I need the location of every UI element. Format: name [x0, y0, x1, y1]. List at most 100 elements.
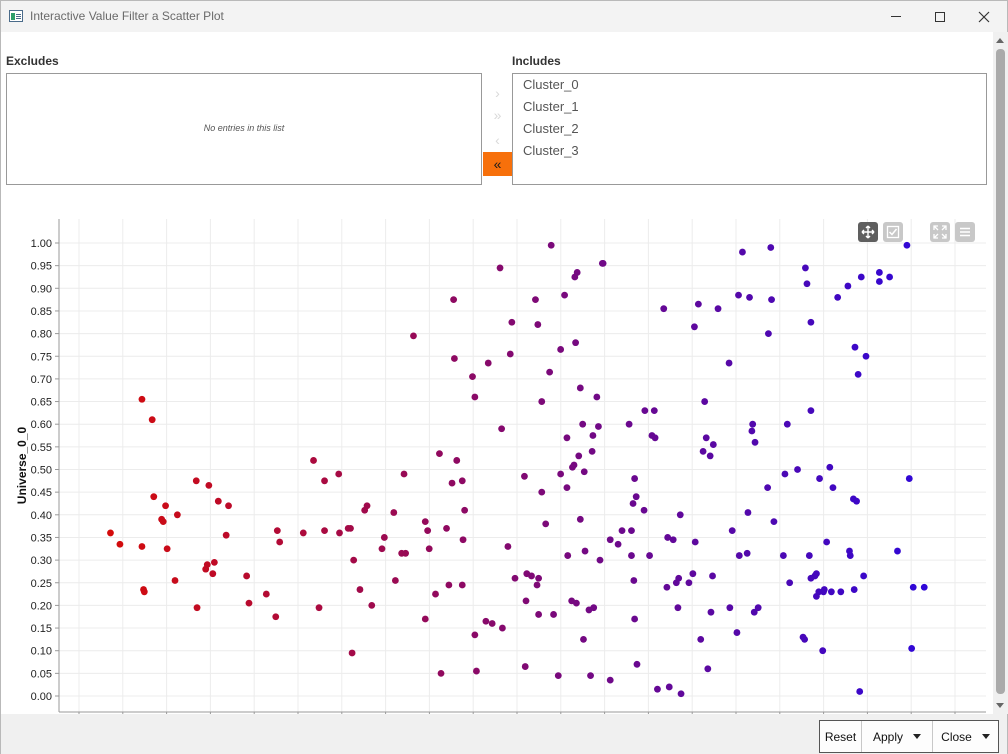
- scatter-plot[interactable]: 0.00 0.05 0.10 0.15 0.20 0.25 0.30 0.35 0.40 0.45…: [1, 196, 993, 714]
- pan-button[interactable]: [858, 222, 878, 242]
- move-left-button[interactable]: ‹: [483, 128, 512, 152]
- data-point: [321, 477, 328, 485]
- data-point: [561, 291, 568, 299]
- move-right-button[interactable]: ›: [483, 81, 512, 105]
- scrollbar-thumb[interactable]: [996, 49, 1005, 694]
- data-point: [733, 629, 741, 636]
- data-point: [728, 527, 736, 535]
- data-point: [390, 509, 398, 516]
- y-tick-label: 1.00: [31, 238, 52, 250]
- data-point: [546, 368, 554, 376]
- data-point: [707, 608, 715, 616]
- y-tick-label: 0.80: [31, 329, 52, 341]
- data-point: [225, 502, 232, 510]
- window-title: Interactive Value Filter a Scatter Plot: [30, 9, 224, 23]
- scroll-up-icon[interactable]: [996, 38, 1004, 43]
- list-item[interactable]: Cluster_1: [523, 99, 579, 114]
- data-point: [886, 273, 894, 281]
- data-point: [506, 350, 514, 358]
- close-icon: [978, 11, 990, 22]
- title-bar[interactable]: Interactive Value Filter a Scatter Plot: [1, 1, 1007, 32]
- data-point: [606, 676, 614, 684]
- fullscreen-button[interactable]: [930, 222, 950, 242]
- list-item[interactable]: Cluster_3: [523, 143, 579, 158]
- data-point: [781, 470, 789, 478]
- data-point: [450, 355, 458, 362]
- data-point: [535, 611, 543, 618]
- data-point: [436, 450, 443, 458]
- scatter-plot-svg[interactable]: 0.00 0.05 0.10 0.15 0.20 0.25 0.30 0.35 0.40 0.45…: [1, 196, 993, 714]
- chevron-down-icon[interactable]: [913, 734, 922, 739]
- vertical-scrollbar[interactable]: [993, 32, 1008, 714]
- data-point: [826, 463, 834, 471]
- y-tick-label: 0.70: [31, 374, 52, 386]
- data-point: [576, 384, 584, 392]
- y-tick-label: 0.40: [31, 510, 52, 522]
- data-point: [554, 672, 562, 680]
- data-point: [572, 339, 579, 347]
- data-point: [533, 581, 541, 589]
- data-point: [482, 617, 490, 625]
- selection-button[interactable]: [883, 222, 903, 242]
- close-button[interactable]: Close: [933, 721, 998, 752]
- move-all-right-button[interactable]: »: [483, 103, 512, 127]
- menu-button[interactable]: [955, 222, 975, 242]
- list-item[interactable]: Cluster_0: [523, 77, 579, 92]
- y-tick-label: 0.85: [31, 306, 52, 318]
- data-point: [669, 536, 677, 544]
- data-point: [829, 484, 837, 492]
- y-tick-label: 0.10: [31, 646, 52, 658]
- y-tick-label: 0.15: [31, 623, 52, 635]
- data-point: [484, 359, 492, 367]
- move-all-left-button[interactable]: «: [483, 152, 512, 176]
- data-point: [823, 538, 831, 546]
- includes-list[interactable]: Cluster_0 Cluster_1 Cluster_2 Cluster_3: [512, 73, 987, 185]
- data-point: [909, 583, 917, 591]
- data-point: [572, 599, 580, 607]
- data-point: [894, 547, 901, 555]
- data-point: [650, 407, 658, 415]
- maximize-button[interactable]: [917, 1, 963, 32]
- data-point: [321, 527, 328, 535]
- minimize-button[interactable]: [873, 1, 919, 32]
- data-point: [709, 441, 717, 448]
- data-point: [140, 588, 148, 596]
- data-point: [205, 481, 213, 489]
- data-point: [697, 635, 705, 643]
- y-tick-label: 0.75: [31, 351, 52, 363]
- data-point: [163, 545, 171, 553]
- reset-button[interactable]: Reset: [820, 721, 862, 752]
- data-point: [834, 293, 842, 301]
- data-point: [903, 241, 911, 249]
- data-point: [726, 604, 734, 612]
- data-point: [245, 599, 253, 607]
- data-point: [458, 581, 466, 589]
- list-item[interactable]: Cluster_2: [523, 121, 579, 136]
- pan-icon: [861, 225, 875, 239]
- data-point: [528, 572, 535, 580]
- data-point: [508, 318, 516, 326]
- data-point: [421, 518, 429, 525]
- excludes-list[interactable]: No entries in this list: [6, 73, 482, 185]
- close-window-button[interactable]: [961, 1, 1007, 32]
- data-point: [735, 291, 742, 299]
- data-point: [856, 688, 864, 695]
- data-point: [701, 398, 709, 405]
- fullscreen-icon: [933, 225, 947, 239]
- data-point: [243, 572, 251, 580]
- data-point: [770, 518, 778, 525]
- data-point: [579, 420, 587, 428]
- data-point: [563, 434, 571, 442]
- scroll-down-icon[interactable]: [996, 703, 1004, 708]
- includes-label: Includes: [512, 54, 561, 68]
- apply-label: Apply: [872, 729, 904, 744]
- data-point: [458, 477, 466, 485]
- data-point: [504, 543, 512, 550]
- chevron-down-icon[interactable]: [981, 734, 990, 739]
- data-point: [837, 588, 845, 596]
- chevron-right-icon: ›: [495, 85, 500, 101]
- data-point: [570, 461, 578, 469]
- selection-icon: [886, 225, 900, 239]
- data-point: [499, 624, 506, 632]
- apply-button[interactable]: Apply: [862, 721, 933, 752]
